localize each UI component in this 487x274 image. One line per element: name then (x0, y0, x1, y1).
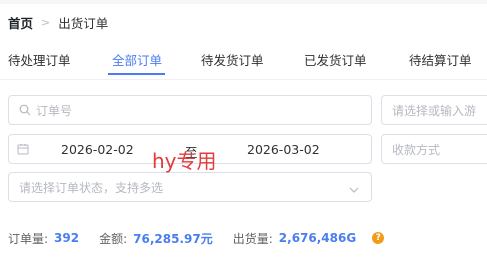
order-number-placeholder: 订单号 (36, 103, 73, 118)
search-icon (19, 104, 31, 116)
order-count-value: 392 (54, 231, 80, 245)
active-tab-indicator (108, 73, 165, 75)
tab-shipped[interactable]: 已发货订单 (304, 50, 367, 69)
breadcrumb: 首页 > 出货订单 (8, 13, 109, 32)
breadcrumb-separator-icon: > (41, 15, 51, 29)
order-status-select[interactable]: 请选择订单状态，支持多选 (8, 172, 372, 202)
payment-method-select[interactable]: 收款方式 (381, 134, 487, 164)
summary-bar: 订单量: 392 金额: 76,285.97元 出货量: 2,676,486G … (8, 230, 385, 246)
order-count-label: 订单量: (8, 231, 49, 246)
chevron-down-icon (349, 183, 359, 197)
top-strip (0, 0, 487, 4)
tab-all[interactable]: 全部订单 (112, 50, 162, 69)
tabs-divider (0, 79, 487, 80)
help-icon[interactable]: ? (372, 232, 385, 244)
game-select-input[interactable]: 请选择或输入游 (381, 95, 487, 125)
shipment-value: 2,676,486G (278, 231, 357, 245)
order-tabs: 待处理订单 全部订单 待发货订单 已发货订单 待结算订单 (0, 50, 487, 78)
payment-method-placeholder: 收款方式 (392, 142, 441, 157)
date-start[interactable]: 2026-02-02 (61, 142, 134, 157)
date-end[interactable]: 2026-03-02 (247, 142, 320, 157)
order-status-placeholder: 请选择订单状态，支持多选 (19, 180, 164, 195)
date-separator: 至 (185, 145, 198, 160)
amount-value: 76,285.97元 (133, 231, 213, 246)
amount-label: 金额: (99, 231, 128, 246)
date-range-picker[interactable]: 2026-02-02 至 2026-03-02 (8, 134, 372, 164)
breadcrumb-home[interactable]: 首页 (8, 13, 33, 32)
order-number-input[interactable]: 订单号 (8, 95, 372, 125)
shipment-label: 出货量: (232, 231, 273, 246)
tab-awaiting-shipment[interactable]: 待发货订单 (201, 50, 264, 69)
breadcrumb-current: 出货订单 (58, 15, 109, 31)
tab-awaiting-settlement[interactable]: 待结算订单 (409, 50, 472, 69)
tab-pending[interactable]: 待处理订单 (8, 50, 71, 69)
calendar-icon (17, 143, 29, 158)
game-select-placeholder: 请选择或输入游 (392, 103, 477, 118)
